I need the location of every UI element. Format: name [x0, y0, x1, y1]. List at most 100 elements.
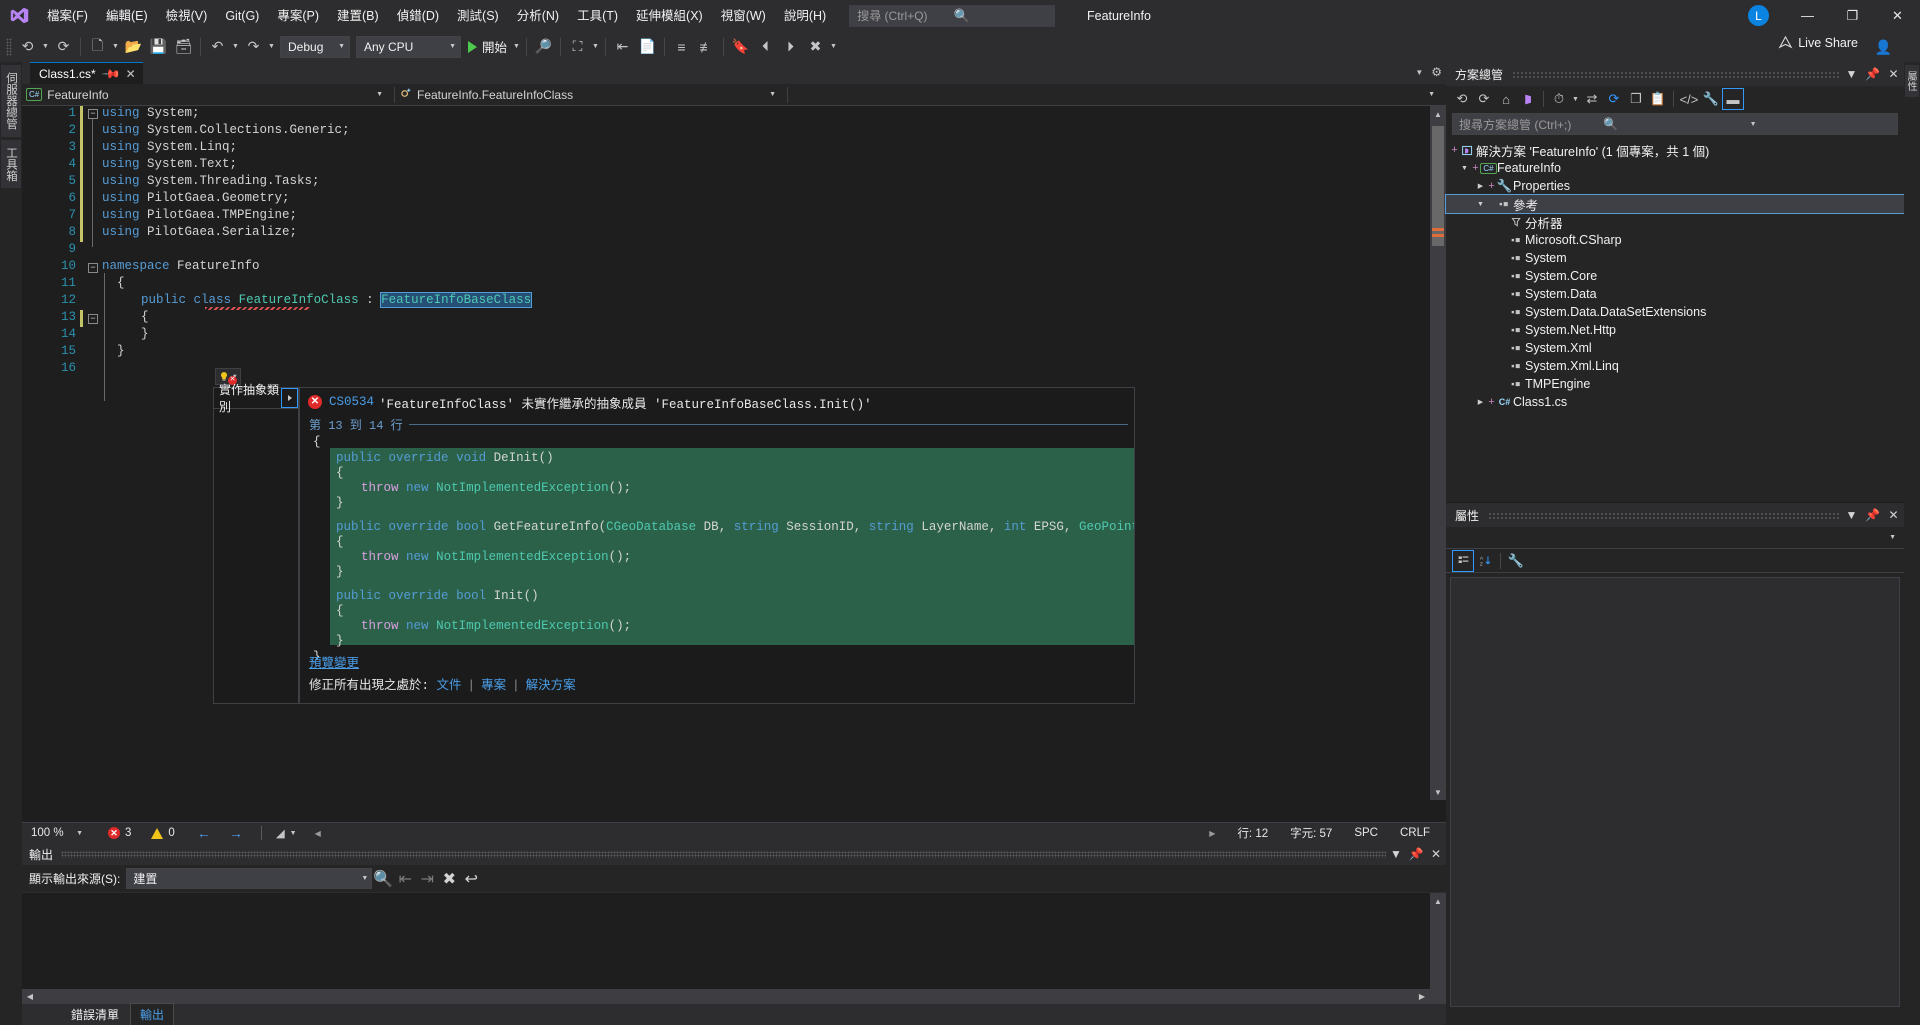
outdent-icon[interactable]: ≡ [669, 35, 694, 59]
indent-mode[interactable]: SPC [1354, 827, 1378, 839]
new-project-icon[interactable]: 🗋 [85, 35, 110, 59]
preview-changes-link[interactable]: 預覽變更 [309, 652, 576, 671]
solution-explorer-view-icon[interactable] [1517, 88, 1539, 110]
menu-extensions[interactable]: 延伸模組(X) [627, 3, 712, 29]
output-panel-body[interactable]: ▲ ▼ ◀ ▶ [22, 892, 1446, 1004]
solution-explorer-pin-icon[interactable]: 📌 [1862, 67, 1883, 81]
scroll-up-icon[interactable]: ▲ [1430, 106, 1446, 122]
twisty-expanded-icon[interactable]: ▼ [1458, 165, 1471, 172]
feedback-icon[interactable]: 👤 [1871, 35, 1896, 59]
menu-edit[interactable]: 編輯(E) [97, 3, 157, 29]
menu-analyze[interactable]: 分析(N) [508, 3, 568, 29]
quick-launch-search[interactable]: 搜尋 (Ctrl+Q) 🔍 [849, 5, 1055, 27]
breadcrumb-member[interactable]: ▼ [788, 84, 1446, 106]
properties-panel-close-icon[interactable]: ✕ [1883, 508, 1904, 522]
properties-panel-dropdown-icon[interactable]: ▼ [1841, 508, 1862, 522]
redo-icon[interactable]: ↷ [241, 35, 266, 59]
tree-item-solution[interactable]: + 解決方案 'FeatureInfo' (1 個專案，共 1 個) [1446, 141, 1904, 159]
breadcrumb-project[interactable]: C# FeatureInfo ▼ [22, 84, 394, 106]
refresh-icon[interactable]: ⟳ [1603, 88, 1625, 110]
twisty-collapsed-icon[interactable]: ▶ [1474, 182, 1487, 190]
sync-with-active-document-icon[interactable]: ⇄ [1581, 88, 1603, 110]
undo-caret-icon[interactable]: ▼ [230, 35, 241, 59]
open-file-icon[interactable]: 📂 [121, 35, 146, 59]
menu-view[interactable]: 檢視(V) [157, 3, 217, 29]
tree-item-ref-system-core[interactable]: System.Core [1446, 267, 1904, 285]
tree-item-properties[interactable]: ▶ + 🔧 Properties [1446, 177, 1904, 195]
solution-configuration-combo[interactable]: Debug ▼ [280, 36, 350, 58]
rail-tab-properties[interactable]: 屬性 [1905, 65, 1919, 97]
fix-scope-document[interactable]: 文件 [437, 679, 462, 693]
document-tab-class1[interactable]: Class1.cs* 📌 ✕ [30, 62, 143, 84]
outlining-collapse-usings[interactable]: − [88, 109, 98, 119]
minimize-button[interactable]: — [1785, 0, 1830, 31]
menu-tools[interactable]: 工具(T) [568, 3, 627, 29]
code-editor-surface[interactable]: 1 2 3 4 5 6 7 8 9 10 11 12 13 14 15 16 [22, 106, 1446, 800]
property-pages-icon[interactable]: 🔧 [1505, 550, 1527, 572]
go-to-next-icon[interactable]: ⇥ [416, 869, 438, 889]
toggle-outlining-icon[interactable]: ≢ [694, 35, 719, 59]
live-share-button[interactable]: Live Share [1778, 35, 1858, 50]
outlining-collapse-ns[interactable]: − [88, 263, 98, 273]
tab-list-chevron-icon[interactable]: ▼ [1415, 68, 1423, 77]
solution-platform-combo[interactable]: Any CPU ▼ [356, 36, 461, 58]
solution-explorer-search[interactable]: 搜尋方案總管 (Ctrl+;) 🔍 ▼ [1452, 113, 1898, 135]
vtab-toolbox[interactable]: 工具箱 [1, 140, 21, 189]
submenu-arrow-icon[interactable] [281, 388, 298, 408]
menu-window[interactable]: 視窗(W) [712, 3, 775, 29]
chevron-down-icon[interactable]: ▼ [1750, 121, 1894, 128]
start-caret-icon[interactable]: ▼ [511, 35, 522, 59]
chevron-down-icon[interactable]: ▼ [1421, 91, 1442, 98]
indent-icon[interactable]: ⇤ [610, 35, 635, 59]
find-message-icon[interactable]: 🔍 [372, 869, 394, 889]
tree-item-ref-system[interactable]: System [1446, 249, 1904, 267]
close-icon[interactable]: ✕ [126, 67, 136, 81]
bottom-tab-error-list[interactable]: 錯誤清單 [62, 1004, 128, 1025]
bookmark-icon[interactable]: 🔖 [728, 35, 753, 59]
line-ending[interactable]: CRLF [1400, 827, 1430, 839]
go-to-previous-icon[interactable]: ⇤ [394, 869, 416, 889]
breadcrumb-type[interactable]: FeatureInfo.FeatureInfoClass ▼ [395, 84, 787, 106]
twisty-expanded-icon[interactable]: ▼ [1474, 201, 1487, 208]
scroll-right-icon[interactable]: ▶ [1414, 989, 1430, 1004]
clear-all-icon[interactable]: ✖ [438, 869, 460, 889]
menu-file[interactable]: 檔案(F) [38, 3, 97, 29]
avatar[interactable]: L [1748, 5, 1769, 26]
alphabetical-sort-icon[interactable]: AZ [1474, 550, 1496, 572]
menu-git[interactable]: Git(G) [216, 3, 268, 29]
tree-item-ref-system-data-datasetextensions[interactable]: System.Data.DataSetExtensions [1446, 303, 1904, 321]
tree-item-ref-system-xml-linq[interactable]: System.Xml.Linq [1446, 357, 1904, 375]
menu-test[interactable]: 測試(S) [448, 3, 508, 29]
previous-bookmark-icon[interactable]: ⏴ [753, 35, 778, 59]
tab-settings-gear-icon[interactable]: ⚙ [1431, 65, 1442, 79]
editor-vertical-scrollbar[interactable]: ▲ ▼ [1430, 106, 1446, 800]
clear-bookmarks-icon[interactable]: ✖ [803, 35, 828, 59]
tree-item-ref-system-xml[interactable]: System.Xml [1446, 339, 1904, 357]
close-button[interactable]: ✕ [1875, 0, 1920, 31]
pending-changes-icon[interactable]: ⏱ [1548, 88, 1570, 110]
tree-item-ref-system-data[interactable]: System.Data [1446, 285, 1904, 303]
back-icon[interactable]: ⟲ [1451, 88, 1473, 110]
twisty-collapsed-icon[interactable]: ▶ [1474, 398, 1487, 406]
toggle-word-wrap-icon[interactable]: ↩ [460, 869, 482, 889]
navigate-backward-icon[interactable]: ⟲ [15, 35, 40, 59]
next-bookmark-icon[interactable]: ⏵ [778, 35, 803, 59]
solution-explorer-close-icon[interactable]: ✕ [1883, 67, 1904, 81]
chevron-down-icon[interactable]: ▼ [1570, 87, 1581, 111]
save-icon[interactable]: 💾 [146, 35, 171, 59]
collapse-all-icon[interactable]: ❐ [1625, 88, 1647, 110]
chevron-down-icon[interactable]: ▼ [369, 91, 390, 98]
show-all-files-icon[interactable]: </> [1678, 88, 1700, 110]
forward-icon[interactable]: ⟳ [1473, 88, 1495, 110]
solution-explorer-dropdown-icon[interactable]: ▼ [1841, 67, 1862, 81]
scroll-left-icon[interactable]: ◀ [22, 989, 38, 1004]
tree-item-analyzers[interactable]: 分析器 [1446, 213, 1904, 231]
vtab-server-explorer[interactable]: 伺服器總管 [1, 65, 21, 137]
new-project-caret-icon[interactable]: ▼ [110, 35, 121, 59]
previous-error-icon[interactable]: ← [197, 825, 211, 841]
bottom-tab-output[interactable]: 輸出 [130, 1003, 174, 1025]
outlining-collapse-class[interactable]: − [88, 314, 98, 324]
output-panel-close-icon[interactable]: ✕ [1426, 847, 1446, 861]
tree-item-ref-system-net-http[interactable]: System.Net.Http [1446, 321, 1904, 339]
tree-item-references[interactable]: ▼ 參考 [1446, 195, 1904, 213]
